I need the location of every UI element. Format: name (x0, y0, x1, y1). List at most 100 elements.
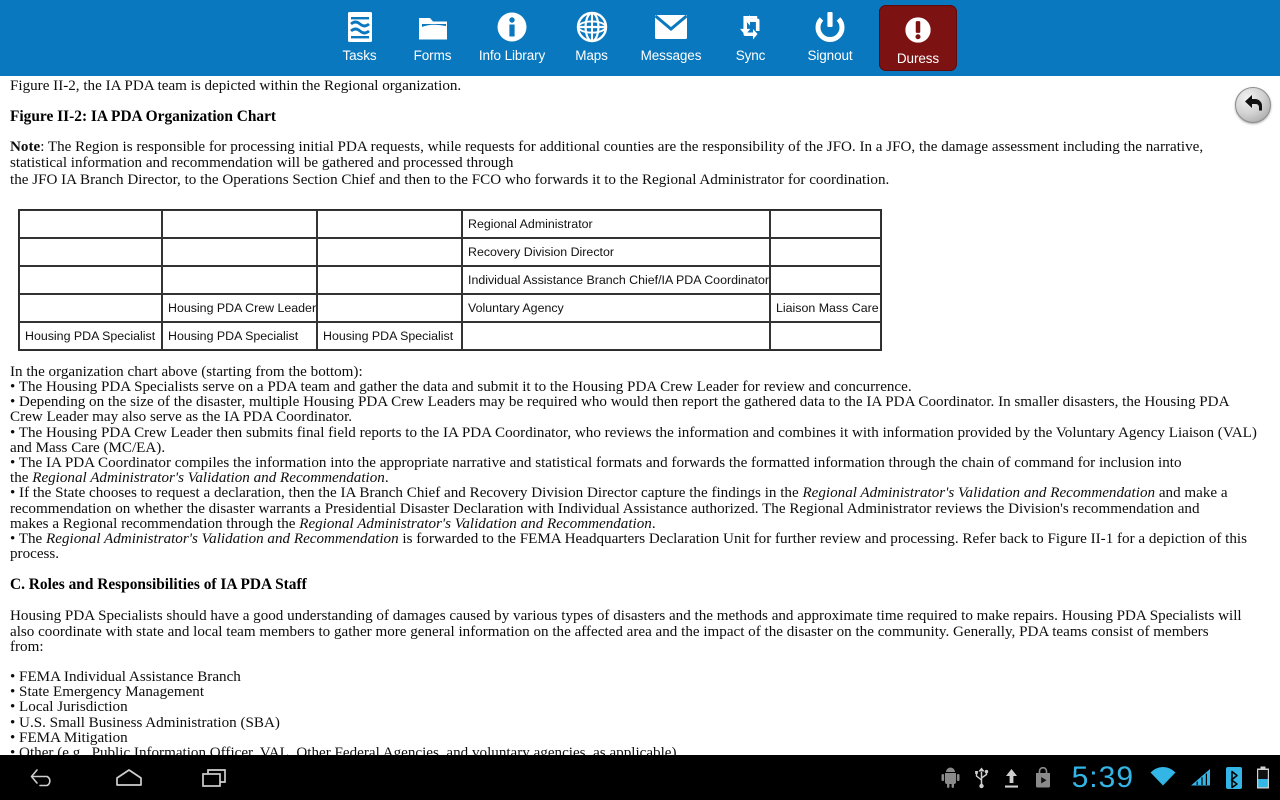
org-cell (462, 322, 770, 350)
note-paragraph: Note: The Region is responsible for proc… (10, 140, 1270, 188)
section-c-line-3: from: (10, 640, 1270, 655)
toolbar-item-maps[interactable]: Maps (555, 0, 628, 76)
note-line-1: : The Region is responsible for processi… (40, 139, 1203, 155)
cell-signal-icon (1190, 767, 1212, 789)
toolbar-item-sync-label: Sync (736, 48, 766, 63)
org-cell (770, 238, 881, 266)
back-fab-button[interactable] (1235, 87, 1271, 123)
sync-arrows-icon (736, 10, 766, 44)
app-toolbar: Tasks Forms Info Library (0, 0, 1280, 76)
duress-button[interactable]: Duress (879, 5, 957, 71)
upload-icon (1003, 767, 1020, 789)
note-line-2: statistical information and recommendati… (10, 156, 1270, 171)
bullet4-suffix: . (385, 470, 389, 486)
note-line-3: the JFO IA Branch Director, to the Opera… (10, 173, 1270, 188)
chart-bullet-5-line-3: makes a Regional recommendation through … (10, 517, 1270, 532)
org-cell: Regional Administrator (462, 210, 770, 238)
org-cell (770, 266, 881, 294)
chart-bullet-2-line-1: • Depending on the size of the disaster,… (10, 395, 1270, 410)
staff-bullet-item: • Local Jurisdiction (10, 700, 1270, 715)
org-cell: Recovery Division Director (462, 238, 770, 266)
org-cell (19, 266, 162, 294)
chart-bullet-3-line-1: • The Housing PDA Crew Leader then submi… (10, 426, 1270, 441)
org-cell (162, 210, 317, 238)
chart-bullet-1: • The Housing PDA Specialists serve on a… (10, 380, 1270, 395)
chart-bullet-6-line-1: • The Regional Administrator's Validatio… (10, 532, 1270, 547)
chart-bullet-6-line-2: process. (10, 547, 1270, 562)
org-cell (317, 210, 462, 238)
staff-bullet-item: • Other (e.g., Public Information Office… (10, 746, 1270, 755)
org-cell (162, 238, 317, 266)
bullet6-italic: Regional Administrator's Validation and … (46, 531, 399, 547)
chart-bullet-4-line-1: • The IA PDA Coordinator compiles the in… (10, 456, 1270, 471)
bullet5-line3-italic: Regional Administrator's Validation and … (299, 516, 652, 532)
toolbar-item-signout-label: Signout (807, 48, 852, 63)
org-cell (317, 238, 462, 266)
org-cell: Individual Assistance Branch Chief/IA PD… (462, 266, 770, 294)
document-viewer[interactable]: Figure II-2, the IA PDA team is depicted… (0, 76, 1280, 755)
toolbar-item-signout[interactable]: Signout (787, 0, 873, 76)
chart-bullet-4-line-2: the Regional Administrator's Validation … (10, 471, 1270, 486)
toolbar-item-forms-label: Forms (414, 48, 452, 63)
toolbar-item-forms[interactable]: Forms (396, 0, 469, 76)
chart-bullet-3-line-2: and Mass Care (MC/EA). (10, 441, 1270, 456)
duress-button-label: Duress (897, 51, 939, 66)
table-row: Housing PDA Specialist Housing PDA Speci… (19, 322, 881, 350)
exclamation-circle-icon (903, 13, 933, 47)
toolbar-item-maps-label: Maps (575, 48, 608, 63)
bullet5-line3-suffix: . (652, 516, 656, 532)
bullet4-prefix: the (10, 470, 32, 486)
toolbar-item-messages[interactable]: Messages (628, 0, 714, 76)
chart-bullet-5-line-2: recommendation on whether the disaster w… (10, 502, 1270, 517)
toolbar-item-messages-label: Messages (641, 48, 702, 63)
bullet6-suffix: is forwarded to the FEMA Headquarters De… (399, 531, 1247, 547)
envelope-icon (654, 10, 688, 44)
back-nav-icon[interactable] (22, 761, 64, 795)
bullet6-prefix: • The (10, 531, 46, 547)
recents-nav-icon[interactable] (194, 761, 236, 795)
globe-icon (576, 10, 608, 44)
org-cell (19, 294, 162, 322)
bullet5-line3-prefix: makes a Regional recommendation through … (10, 516, 299, 532)
wifi-icon (1150, 767, 1176, 789)
toolbar-item-info-library-label: Info Library (479, 48, 545, 63)
usb-icon (974, 767, 989, 789)
table-row: Housing PDA Crew Leader Voluntary Agency… (19, 294, 881, 322)
org-cell: Housing PDA Specialist (19, 322, 162, 350)
table-row: Individual Assistance Branch Chief/IA PD… (19, 266, 881, 294)
org-cell: Voluntary Agency (462, 294, 770, 322)
system-status-tray: 5:39 (941, 763, 1280, 793)
org-cell (770, 322, 881, 350)
table-row: Recovery Division Director (19, 238, 881, 266)
note-label: Note (10, 139, 40, 155)
staff-bullet-item: • FEMA Individual Assistance Branch (10, 670, 1270, 685)
section-c-title: C. Roles and Responsibilities of IA PDA … (10, 577, 1270, 593)
org-cell (19, 210, 162, 238)
power-icon (814, 10, 846, 44)
toolbar-item-tasks-label: Tasks (342, 48, 376, 63)
forms-folder-icon (417, 10, 449, 44)
back-arrow-icon (1241, 91, 1265, 120)
navigation-keys (0, 761, 236, 795)
chart-bullet-5-line-1: • If the State chooses to request a decl… (10, 486, 1270, 501)
bullet4-italic: Regional Administrator's Validation and … (32, 470, 385, 486)
bullet5-italic: Regional Administrator's Validation and … (802, 485, 1155, 501)
chart-bullet-2-line-2: Crew Leader may also serve as the IA PDA… (10, 410, 1270, 425)
play-store-icon (1034, 767, 1052, 789)
doc-intro-line: Figure II-2, the IA PDA team is depicted… (10, 76, 1270, 94)
staff-bullet-item: • U.S. Small Business Administration (SB… (10, 716, 1270, 731)
android-debug-icon (941, 767, 960, 789)
org-cell: Housing PDA Specialist (162, 322, 317, 350)
org-chart-table: Regional Administrator Recovery Division… (18, 209, 882, 351)
toolbar-item-tasks[interactable]: Tasks (323, 0, 396, 76)
home-nav-icon[interactable] (108, 761, 150, 795)
org-cell: Liaison Mass Care (770, 294, 881, 322)
toolbar-item-sync[interactable]: Sync (714, 0, 787, 76)
android-system-bar: 5:39 (0, 755, 1280, 800)
staff-bullet-item: • State Emergency Management (10, 685, 1270, 700)
battery-icon (1256, 766, 1270, 789)
tasks-icon (345, 10, 375, 44)
org-cell (19, 238, 162, 266)
toolbar-item-info-library[interactable]: Info Library (469, 0, 555, 76)
section-c-line-2: also coordinate with state and local tea… (10, 625, 1270, 640)
